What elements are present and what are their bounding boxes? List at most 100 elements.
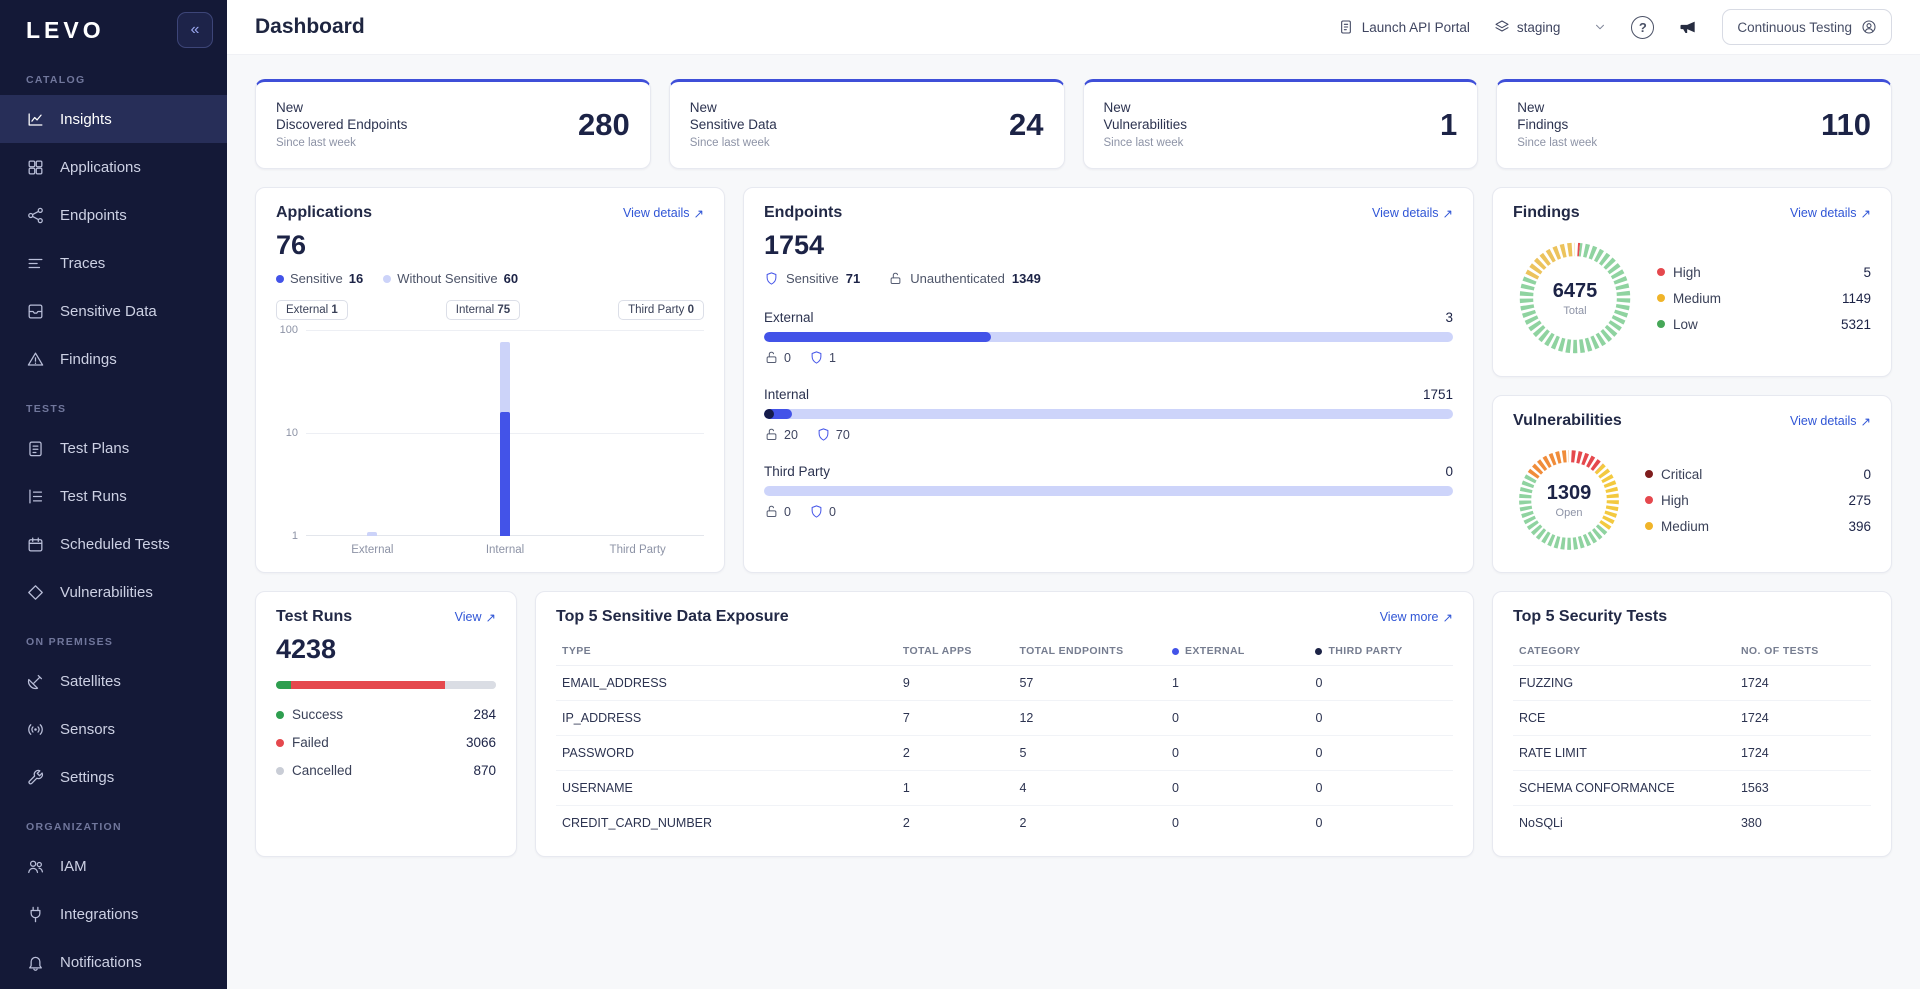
sidebar-item-label: Traces xyxy=(60,254,106,272)
page-title: Dashboard xyxy=(255,15,365,38)
sidebar-collapse-button[interactable]: « xyxy=(177,12,213,48)
chevron-down-icon xyxy=(1593,20,1607,34)
col-total-endpoints: TOTAL ENDPOINTS xyxy=(1013,636,1166,666)
sidebar-item-notifications[interactable]: Notifications xyxy=(0,938,227,986)
external-dot xyxy=(1171,647,1179,655)
insights-icon xyxy=(26,110,45,129)
findings-legend: High 5 Medium 1149 Low 5321 xyxy=(1657,265,1871,332)
stat-card-findings[interactable]: New Findings Since last week 110 xyxy=(1496,79,1892,169)
iam-icon xyxy=(26,857,45,876)
critical-dot xyxy=(1645,470,1653,478)
vulnerabilities-icon xyxy=(26,583,45,602)
applications-total: 76 xyxy=(276,230,307,260)
applications-title: Applications xyxy=(276,204,373,221)
external-progress-bar xyxy=(764,332,1453,342)
announcements-button[interactable] xyxy=(1678,17,1698,37)
third-party-progress-bar xyxy=(764,486,1453,496)
sidebar-item-iam[interactable]: IAM xyxy=(0,842,227,890)
sidebar-item-label: Findings xyxy=(60,350,117,368)
sensitive-exposure-view-more-link[interactable]: View more ↗ xyxy=(1380,610,1453,625)
stat-card-vulnerabilities[interactable]: New Vulnerabilities Since last week 1 xyxy=(1082,79,1479,169)
cancelled-dot xyxy=(276,766,284,775)
sidebar-item-label: Settings xyxy=(60,768,115,786)
sidebar-item-label: Notifications xyxy=(60,953,142,971)
sidebar-item-integrations[interactable]: Integrations xyxy=(0,890,227,938)
continuous-testing-button[interactable]: Continuous Testing xyxy=(1722,9,1892,45)
endpoints-group-third-party: Third Party 0 0 0 xyxy=(764,464,1453,519)
sidebar-item-scheduled-tests[interactable]: Scheduled Tests xyxy=(0,520,227,568)
endpoints-icon xyxy=(26,206,45,225)
endpoints-group-external: External 3 0 1 xyxy=(764,310,1453,365)
sidebar-item-label: Test Plans xyxy=(60,439,130,457)
type-link[interactable]: PASSWORD xyxy=(556,735,897,771)
sidebar-item-sensitive-data[interactable]: Sensitive Data xyxy=(0,287,227,335)
launch-api-portal-button[interactable]: Launch API Portal xyxy=(1339,19,1470,35)
sidebar-item-vulnerabilities[interactable]: Vulnerabilities xyxy=(0,568,227,616)
stat-card-sensitive-data[interactable]: New Sensitive Data Since last week 24 xyxy=(668,79,1065,169)
stat-card-text: New Findings Since last week xyxy=(1517,99,1598,150)
stat-card-discovered-endpoints[interactable]: New Discovered Endpoints Since last week… xyxy=(255,79,651,169)
chip-third-party[interactable]: Third Party 0 xyxy=(618,300,704,320)
chip-external[interactable]: External 1 xyxy=(276,300,348,320)
sidebar-item-label: Scheduled Tests xyxy=(60,535,170,553)
sidebar-item-settings[interactable]: Settings xyxy=(0,753,227,801)
shield-icon xyxy=(809,350,824,365)
type-link[interactable]: IP_ADDRESS xyxy=(556,700,897,736)
sidebar-item-endpoints[interactable]: Endpoints xyxy=(0,191,227,239)
sidebar-item-insights[interactable]: Insights xyxy=(0,95,227,143)
external-arrow-icon: ↗ xyxy=(1860,414,1871,429)
sidebar-item-applications[interactable]: Applications xyxy=(0,143,227,191)
sidebar-item-label: Test Runs xyxy=(60,487,127,505)
table-row: CREDIT_CARD_NUMBER 2 2 0 0 xyxy=(556,806,1453,841)
sidebar-item-findings[interactable]: Findings xyxy=(0,335,227,383)
type-link[interactable]: CREDIT_CARD_NUMBER xyxy=(556,806,897,841)
y-axis: 100 10 1 xyxy=(279,324,298,542)
table-row: FUZZING 1724 xyxy=(1513,665,1871,701)
applications-legend: Sensitive 16 Without Sensitive 60 xyxy=(276,271,704,286)
vulnerabilities-view-details-link[interactable]: View details ↗ xyxy=(1790,414,1871,429)
stat-card-text: New Sensitive Data Since last week xyxy=(689,99,777,150)
stat-value: 110 xyxy=(1820,107,1871,142)
medium-dot xyxy=(1645,522,1653,530)
test-plans-icon xyxy=(26,439,45,458)
api-portal-icon xyxy=(1339,19,1355,35)
sidebar-item-sensors[interactable]: Sensors xyxy=(0,705,227,753)
applications-bar-chart: 100 10 1 xyxy=(276,324,704,542)
success-dot xyxy=(276,710,284,719)
sidebar-item-label: Insights xyxy=(60,110,112,128)
findings-title: Findings xyxy=(1513,204,1580,221)
environment-selector[interactable]: staging xyxy=(1494,19,1608,35)
sidebar-section-catalog: CATALOG xyxy=(26,74,86,86)
table-row: NoSQLi 380 xyxy=(1519,816,1762,830)
chip-internal[interactable]: Internal 75 xyxy=(445,300,521,320)
external-arrow-icon: ↗ xyxy=(1442,610,1453,625)
question-mark-icon: ? xyxy=(1638,19,1647,35)
stat-card-text: New Vulnerabilities Since last week xyxy=(1103,99,1188,150)
findings-donut: 6475 Total xyxy=(1513,236,1637,360)
sidebar-section-organization: ORGANIZATION xyxy=(26,821,122,833)
test-runs-stacked-bar xyxy=(276,681,496,689)
sidebar-item-label: Endpoints xyxy=(60,206,127,224)
sidebar-item-satellites[interactable]: Satellites xyxy=(0,657,227,705)
col-external: EXTERNAL xyxy=(1165,636,1310,666)
sidebar-item-traces[interactable]: Traces xyxy=(0,239,227,287)
test-runs-title: Test Runs xyxy=(276,608,353,625)
findings-view-details-link[interactable]: View details ↗ xyxy=(1790,206,1871,221)
test-runs-view-link[interactable]: View ↗ xyxy=(455,610,496,625)
applications-view-details-link[interactable]: View details ↗ xyxy=(623,206,704,221)
sidebar-item-test-runs[interactable]: Test Runs xyxy=(0,472,227,520)
external-arrow-icon: ↗ xyxy=(1442,206,1453,221)
table-row: PASSWORD 2 5 0 0 xyxy=(556,735,1453,771)
endpoints-view-details-link[interactable]: View details ↗ xyxy=(1372,206,1453,221)
table-row: SCHEMA CONFORMANCE 1563 xyxy=(1513,770,1871,806)
type-link[interactable]: USERNAME xyxy=(556,770,897,806)
megaphone-icon xyxy=(1678,17,1698,37)
stat-value: 280 xyxy=(578,107,630,142)
vulnerabilities-donut: 1309 Open xyxy=(1513,444,1625,556)
findings-card: Findings View details ↗ 6475 Total High … xyxy=(1492,187,1892,377)
collapse-icon: « xyxy=(190,21,200,38)
endpoints-groups: External 3 0 1 Internal 1751 20 70 Third… xyxy=(764,310,1453,519)
help-button[interactable]: ? xyxy=(1631,15,1655,39)
type-link[interactable]: EMAIL_ADDRESS xyxy=(556,665,897,701)
sidebar-item-test-plans[interactable]: Test Plans xyxy=(0,424,227,472)
